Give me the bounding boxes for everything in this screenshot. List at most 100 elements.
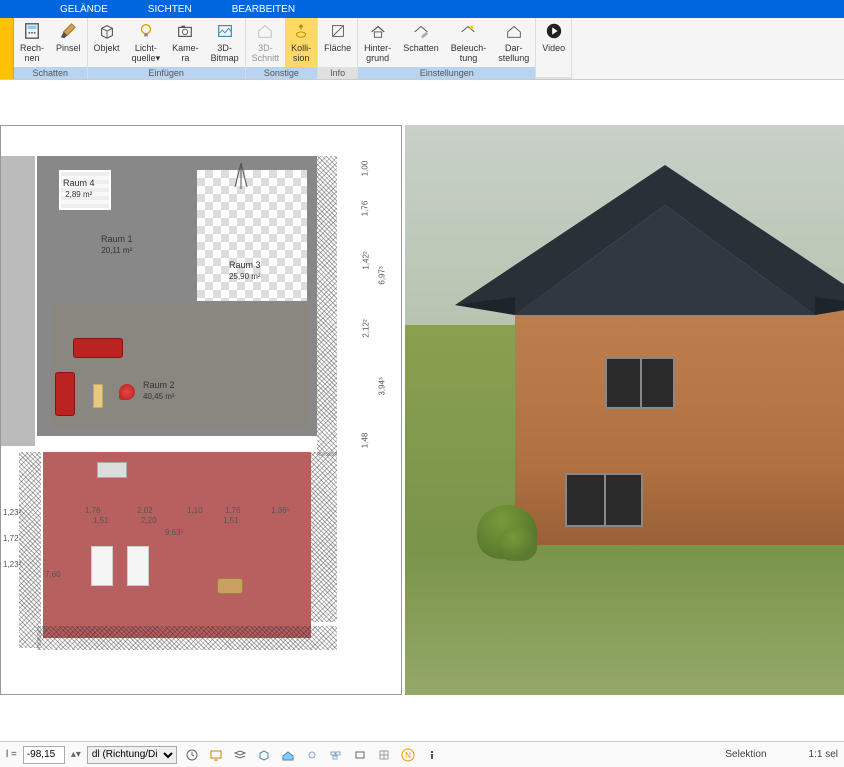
collision-icon [291,21,311,41]
objekt-button[interactable]: Objekt [88,18,126,67]
display-icon [504,21,524,41]
room-2-label: Raum 240,45 m² [143,380,175,402]
room-1-label: Raum 120,11 m² [101,234,133,256]
flaeche-button[interactable]: Fläche [318,18,357,67]
stepper-icon[interactable]: ▴▾ [71,749,81,760]
bottom-toolbar: l = ▴▾ dl (Richtung/Di N Selektion 1:1 s… [0,741,844,767]
ribbon-group-label: Sonstige [246,67,318,79]
light-icon [458,21,478,41]
vegetation-bottom [37,626,337,650]
info-icon[interactable] [423,746,441,764]
main-area: Raum 42,89 m² Raum 120,11 m² Raum 325,90… [0,125,844,741]
terrace-sofa[interactable] [217,578,243,594]
kamera-button[interactable]: Kame-ra [166,18,205,67]
pinsel-button[interactable]: Pinsel [50,18,87,67]
vegetation-right [317,156,337,456]
lounger-2[interactable] [127,546,149,586]
coord-input[interactable] [23,746,65,764]
monitor-icon[interactable] [207,746,225,764]
dim-b-overall: 9,63⁵ [165,528,184,537]
vegetation-left [19,452,41,648]
history-icon[interactable] [183,746,201,764]
room-4-label: Raum 42,89 m² [63,178,95,200]
lichtquelle-button[interactable]: Licht-quelle▾ [126,18,167,67]
lounger-1[interactable] [91,546,113,586]
schatten-button[interactable]: Schatten [397,18,445,67]
ribbon-group-label: Einstellungen [358,67,535,79]
window-upper [605,357,675,409]
dim-b3: 1,10 [187,506,203,515]
window-lower [565,473,643,527]
darstellung-button[interactable]: Dar-stellung [492,18,535,67]
ribbon-group-einfuegen: Objekt Licht-quelle▾ Kame-ra 3D-Bitmap E… [88,18,246,79]
rect-icon[interactable] [351,746,369,764]
dim-l4: 7,60 [45,570,61,579]
dim-b8: 1,51 [223,516,239,525]
layers-icon[interactable] [231,746,249,764]
dim-r4: 6,97³ [378,266,387,284]
hintergrund-button[interactable]: Hinter-grund [358,18,397,67]
dim-r1: 1,00 [360,161,369,177]
beanbag[interactable] [119,384,135,400]
beleuchtung-button[interactable]: Beleuch-tung [445,18,493,67]
grid-icon[interactable] [375,746,393,764]
dim-l2: 1,72 [3,534,19,543]
menubar: GELÄNDE SICHTEN BEARBEITEN [0,0,844,18]
ribbon-left-edge [0,18,14,79]
cube-icon [97,21,117,41]
driveway [1,156,35,446]
svg-text:N: N [405,751,411,760]
bitmap-icon [215,21,235,41]
video-button[interactable]: Video [536,18,571,77]
dim-b5: 1,36⁵ [271,506,290,515]
ribbon-group-einstellungen: Hinter-grund Schatten Beleuch-tung Dar-s… [358,18,536,79]
3d-schnitt-button[interactable]: 3D-Schnitt [246,18,286,67]
cube-small-icon[interactable] [255,746,273,764]
dim-b1: 1,76 [85,506,101,515]
dim-r3: 1,42² [362,251,371,269]
ribbon-group-schatten: Rech-nen Pinsel Schatten [14,18,88,79]
table-1[interactable] [93,384,103,408]
bulb-icon [136,21,156,41]
room-3-label: Raum 325,90 m² [229,260,261,282]
dim-r5: 2,12² [362,319,371,337]
camera-icon [175,21,195,41]
link-icon[interactable] [303,746,321,764]
ribbon-group-info: Fläche Info [318,18,358,79]
sofa-1[interactable] [73,338,123,358]
menu-bearbeiten[interactable]: BEARBEITEN [232,4,295,15]
bg-icon [368,21,388,41]
n-badge-icon[interactable]: N [399,746,417,764]
room-2[interactable] [49,301,309,429]
dim-r6: 3,94³ [378,377,387,395]
menu-gelaende[interactable]: GELÄNDE [60,4,108,15]
rechnen-button[interactable]: Rech-nen [14,18,50,67]
dim-l3: 1,23² [3,560,21,569]
ribbon-group-sonstige: 3D-Schnitt Kolli-sion Sonstige [246,18,319,79]
ribbon-group-video: Video [536,18,572,79]
2d-floorplan-view[interactable]: Raum 42,89 m² Raum 120,11 m² Raum 325,90… [0,125,402,695]
3d-view[interactable] [405,125,844,695]
house-small-icon[interactable] [279,746,297,764]
menu-sichten[interactable]: SICHTEN [148,4,192,15]
sofa-2[interactable] [55,372,75,416]
shadow-icon [411,21,431,41]
direction-select[interactable]: dl (Richtung/Di [87,746,177,764]
cut3d-icon [255,21,275,41]
kollision-button[interactable]: Kolli-sion [285,18,317,67]
brush-icon [58,21,78,41]
ribbon-toolbar: Rech-nen Pinsel Schatten Objekt Licht-qu… [0,18,844,80]
ribbon-group-label: Einfügen [88,67,245,79]
dim-b6: 1,51 [93,516,109,525]
3d-bitmap-button[interactable]: 3D-Bitmap [205,18,245,67]
eq-label: l = [6,749,17,760]
terrace-bench[interactable] [97,462,127,478]
dim-b4: 1,76 [225,506,241,515]
ribbon-group-label [536,77,571,79]
ribbon-group-label: Schatten [14,67,87,79]
calc-icon [22,21,42,41]
wall-icon[interactable] [327,746,345,764]
north-arrow-icon [229,161,253,191]
terrace[interactable] [43,452,311,638]
dim-r7: 1,48 [360,433,369,449]
